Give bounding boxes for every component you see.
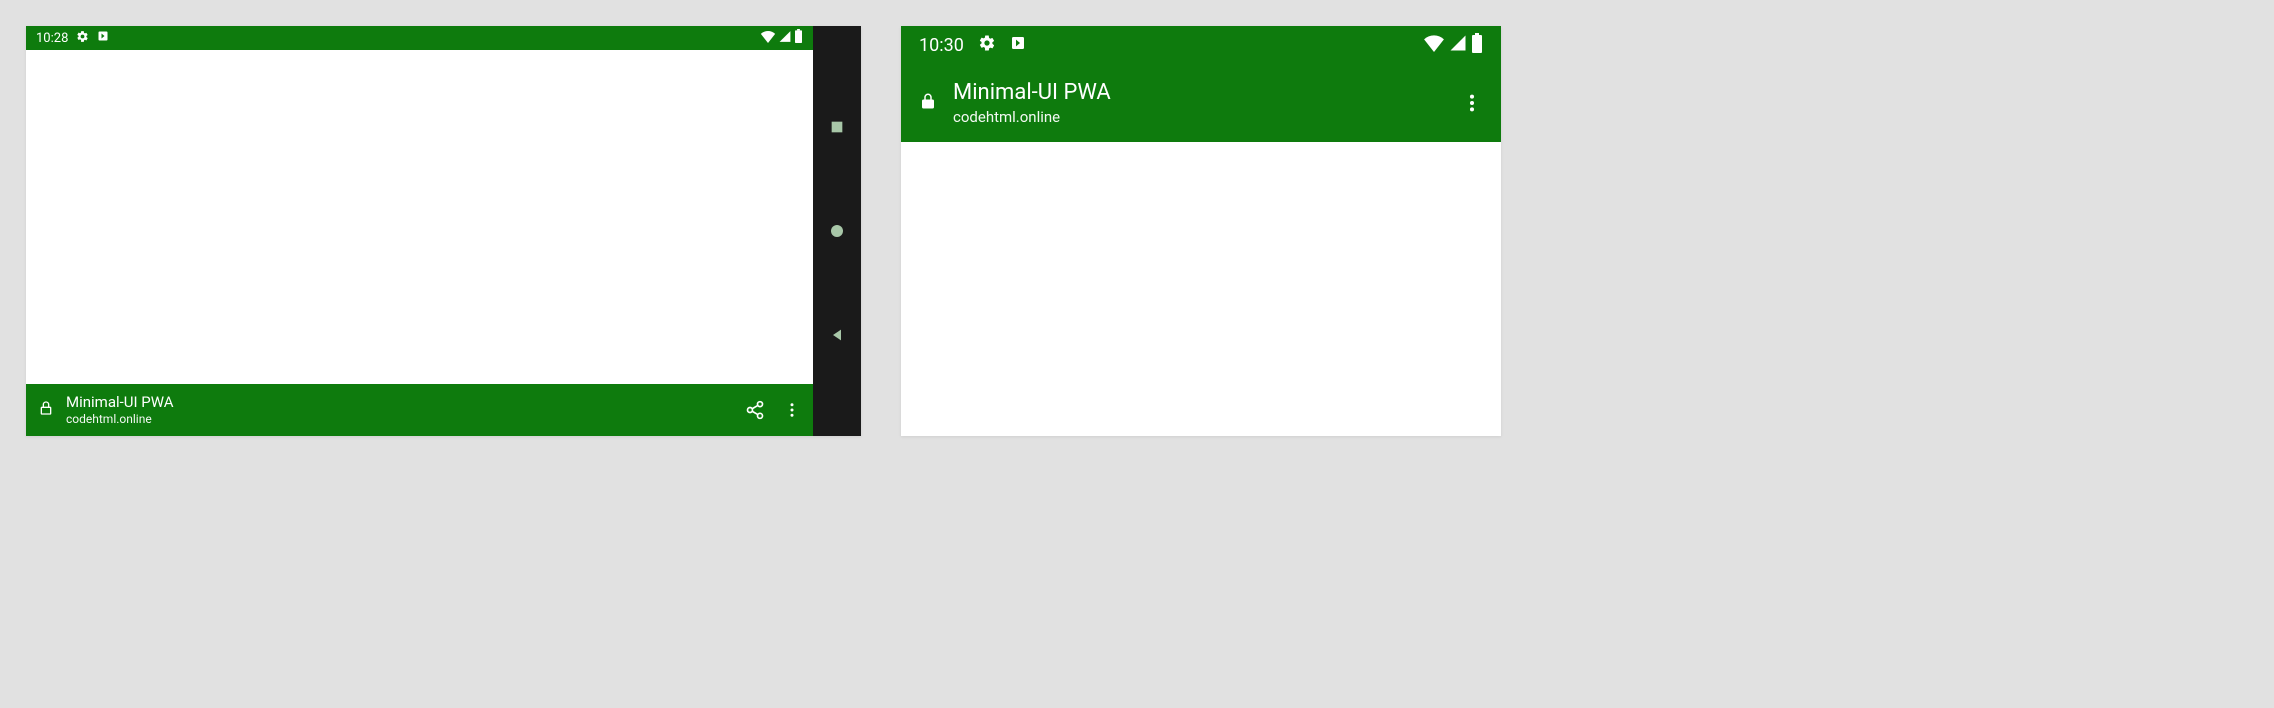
app-subtitle: codehtml.online <box>953 108 1445 127</box>
more-vert-icon[interactable] <box>1461 92 1483 114</box>
content-area <box>901 142 1501 436</box>
device-portrait: 10:30 Minimal-UI PWA codehtml <box>901 26 1501 436</box>
device-landscape: 10:28 <box>26 26 861 436</box>
app-info: Minimal-UI PWA codehtml.online <box>66 393 733 427</box>
status-left: 10:30 <box>919 34 1026 57</box>
app-bar: Minimal-UI PWA codehtml.online <box>901 64 1501 142</box>
nav-rail <box>813 26 861 436</box>
app-title: Minimal-UI PWA <box>66 393 733 412</box>
status-right <box>760 29 803 47</box>
battery-icon <box>794 29 803 47</box>
signal-icon <box>1449 34 1467 57</box>
gear-icon <box>978 34 996 57</box>
app-indicator-icon <box>97 30 109 46</box>
status-right <box>1423 33 1483 58</box>
recents-button[interactable] <box>829 119 845 135</box>
clock: 10:28 <box>36 31 68 46</box>
lock-icon <box>38 399 54 421</box>
app-bar-actions <box>745 400 801 420</box>
battery-icon <box>1471 33 1483 58</box>
status-bar: 10:28 <box>26 26 813 50</box>
wifi-icon <box>760 30 776 47</box>
app-info: Minimal-UI PWA codehtml.online <box>953 79 1445 127</box>
signal-icon <box>778 30 792 47</box>
screen: 10:28 <box>26 26 813 436</box>
home-button[interactable] <box>828 222 846 240</box>
content-area <box>26 50 813 384</box>
clock: 10:30 <box>919 35 964 56</box>
app-indicator-icon <box>1010 35 1026 56</box>
wifi-icon <box>1423 34 1445 57</box>
app-subtitle: codehtml.online <box>66 412 733 427</box>
status-bar: 10:30 <box>901 26 1501 64</box>
gear-icon <box>76 30 89 47</box>
back-button[interactable] <box>829 327 845 343</box>
app-title: Minimal-UI PWA <box>953 79 1445 107</box>
share-icon[interactable] <box>745 400 765 420</box>
more-vert-icon[interactable] <box>783 401 801 419</box>
lock-icon <box>919 90 937 116</box>
status-left: 10:28 <box>36 30 109 47</box>
app-bar: Minimal-UI PWA codehtml.online <box>26 384 813 436</box>
